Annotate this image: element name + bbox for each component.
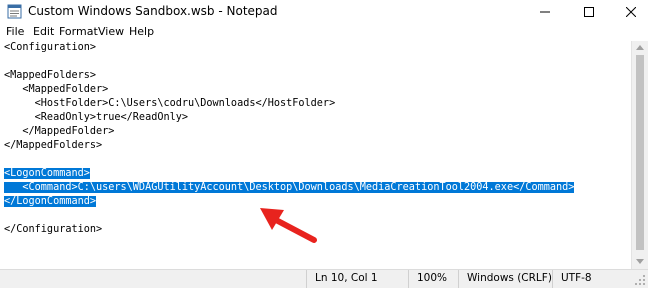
- scrollbar-thumb[interactable]: [636, 55, 644, 250]
- close-icon: [626, 6, 636, 17]
- scroll-down-arrow-icon[interactable]: [636, 259, 644, 264]
- menu-bar: File Edit Format View Help: [0, 23, 648, 41]
- editor-line: <MappedFolders>: [4, 70, 97, 81]
- scroll-up-arrow-icon[interactable]: [636, 45, 644, 50]
- editor-line: <ReadOnly>true</ReadOnly>: [4, 112, 189, 123]
- line-ending: Windows (CRLF): [458, 270, 552, 288]
- selected-text: <Command>C:\users\WDAGUtilityAccount\Des…: [4, 182, 575, 193]
- editor-line: </Configuration>: [4, 224, 103, 235]
- red-arrow-annotation: [260, 208, 317, 243]
- editor-line: <MappedFolder>: [4, 84, 109, 95]
- cursor-position: Ln 10, Col 1: [306, 270, 408, 288]
- zoom-level: 100%: [408, 270, 458, 288]
- notepad-window: Custom Windows Sandbox.wsb - Notepad Fil…: [0, 0, 648, 288]
- editor-line-selected: <LogonCommand>: [4, 167, 90, 181]
- close-button[interactable]: [614, 0, 648, 23]
- window-title: Custom Windows Sandbox.wsb - Notepad: [28, 4, 278, 18]
- resize-grip-icon[interactable]: [634, 274, 646, 286]
- selected-text: </LogonCommand>: [4, 196, 97, 207]
- vertical-scrollbar[interactable]: [631, 41, 648, 269]
- menu-format[interactable]: Format: [59, 25, 98, 38]
- editor-line: </MappedFolder>: [4, 126, 115, 137]
- minimize-icon: [540, 11, 550, 12]
- minimize-button[interactable]: [528, 0, 562, 23]
- title-bar[interactable]: Custom Windows Sandbox.wsb - Notepad: [0, 0, 648, 23]
- menu-edit[interactable]: Edit: [33, 25, 54, 38]
- editor-line-selected: <Command>C:\users\WDAGUtilityAccount\Des…: [4, 181, 575, 195]
- menu-file[interactable]: File: [6, 25, 24, 38]
- editor-line: <HostFolder>C:\Users\codru\Downloads</Ho…: [4, 98, 336, 109]
- maximize-button[interactable]: [572, 0, 606, 23]
- menu-help[interactable]: Help: [129, 25, 154, 38]
- editor-line: <Configuration>: [4, 42, 97, 53]
- selected-text: <LogonCommand>: [4, 168, 90, 179]
- status-bar: Ln 10, Col 1 100% Windows (CRLF) UTF-8: [0, 269, 648, 288]
- editor-line-selected: </LogonCommand>: [4, 195, 97, 209]
- editor-line: </MappedFolders>: [4, 140, 103, 151]
- notepad-app-icon: [7, 4, 22, 19]
- maximize-icon: [584, 6, 594, 17]
- menu-view[interactable]: View: [98, 25, 124, 38]
